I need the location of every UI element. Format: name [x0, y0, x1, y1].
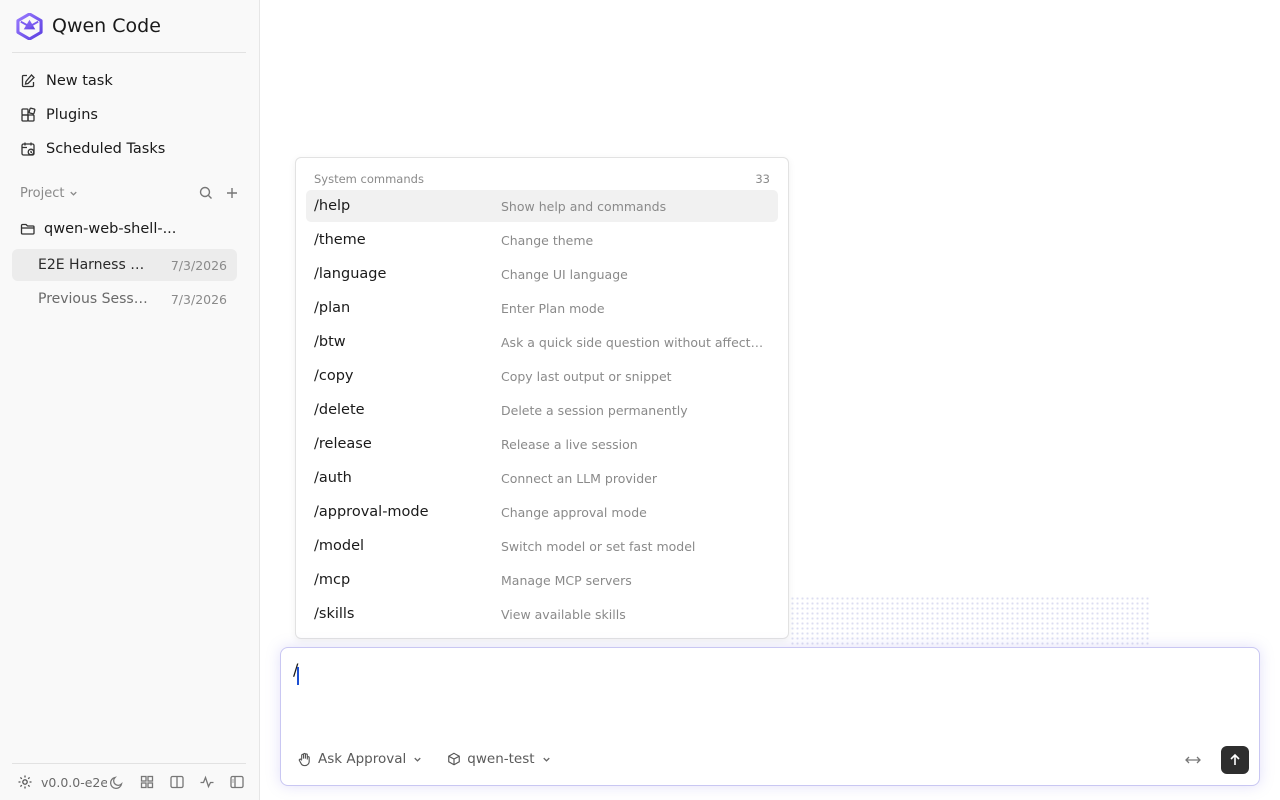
- command-item-plan[interactable]: /plan Enter Plan mode: [306, 292, 778, 324]
- command-description: Enter Plan mode: [501, 300, 605, 316]
- text-caret: [297, 667, 299, 685]
- command-description: Delete a session permanently: [501, 402, 688, 418]
- command-item-skills[interactable]: /skills View available skills: [306, 598, 778, 630]
- search-icon[interactable]: [198, 185, 214, 201]
- plugins-icon: [21, 107, 36, 122]
- dotted-decoration: [790, 596, 1150, 648]
- command-name: /help: [314, 198, 351, 214]
- command-name: /auth: [314, 470, 352, 486]
- command-item-release[interactable]: /release Release a live session: [306, 428, 778, 460]
- command-name: /approval-mode: [314, 504, 429, 520]
- project-section-label: Project: [20, 185, 65, 201]
- new-task-button[interactable]: New task: [12, 66, 247, 96]
- command-palette: System commands 33 /help Show help and co…: [295, 157, 789, 639]
- model-selector[interactable]: qwen-test: [447, 751, 551, 767]
- command-description: Release a live session: [501, 436, 638, 452]
- project-folder-name: qwen-web-shell-...: [44, 221, 177, 237]
- sidebar-toggle-icon[interactable]: [229, 774, 245, 790]
- command-name: /language: [314, 266, 387, 282]
- new-task-label: New task: [46, 73, 113, 89]
- version-label: v0.0.0-e2e: [41, 774, 107, 790]
- chevron-down-icon: [542, 757, 550, 762]
- command-description: Change theme: [501, 232, 594, 248]
- project-section-header: Project: [20, 182, 240, 204]
- session-item[interactable]: E2E Harness Session 7/3/2026: [12, 249, 237, 281]
- approval-mode-dropdown[interactable]: Ask Approval: [297, 751, 423, 767]
- sidebar-footer: v0.0.0-e2e: [17, 772, 247, 792]
- command-description: Manage MCP servers: [501, 572, 632, 588]
- command-item-model[interactable]: /model Switch model or set fast model: [306, 530, 778, 562]
- command-name: /plan: [314, 300, 351, 316]
- settings-gear-icon[interactable]: [17, 774, 33, 790]
- command-item-auth[interactable]: /auth Connect an LLM provider: [306, 462, 778, 494]
- command-name: /release: [314, 436, 372, 452]
- command-name: /theme: [314, 232, 366, 248]
- project-dropdown[interactable]: Project: [20, 186, 79, 201]
- plugins-label: Plugins: [46, 107, 98, 123]
- chevron-down-icon: [414, 757, 421, 762]
- session-item[interactable]: Previous Session 7/3/2026: [12, 283, 237, 315]
- hand-icon: [298, 752, 310, 766]
- activity-icon[interactable]: [199, 774, 215, 790]
- command-item-language[interactable]: /language Change UI language: [306, 258, 778, 290]
- arrow-up-icon: [1230, 753, 1240, 765]
- command-name: /btw: [314, 334, 346, 350]
- model-label: qwen-test: [467, 751, 535, 767]
- command-item-delete[interactable]: /delete Delete a session permanently: [306, 394, 778, 426]
- command-item-help[interactable]: /help Show help and commands: [306, 190, 778, 222]
- scheduled-tasks-button[interactable]: Scheduled Tasks: [12, 134, 247, 164]
- command-item-mcp[interactable]: /mcp Manage MCP servers: [306, 564, 778, 596]
- scheduled-tasks-label: Scheduled Tasks: [46, 141, 166, 157]
- prompt-input[interactable]: [293, 660, 1233, 720]
- command-description: Change UI language: [501, 266, 628, 282]
- expand-width-icon[interactable]: [1183, 750, 1203, 770]
- command-description: Connect an LLM provider: [501, 470, 657, 486]
- qwen-logo-icon: [16, 12, 43, 40]
- model-cube-icon: [448, 752, 461, 766]
- approval-mode-label: Ask Approval: [318, 751, 407, 767]
- brand-divider: [12, 52, 246, 53]
- composer: Ask Approval qwen-test: [280, 647, 1260, 786]
- command-palette-header: System commands 33: [314, 172, 770, 188]
- command-description: Switch model or set fast model: [501, 538, 696, 554]
- plugins-button[interactable]: Plugins: [12, 100, 247, 130]
- session-date: 7/3/2026: [170, 291, 227, 307]
- command-description: View available skills: [501, 606, 626, 622]
- command-name: /copy: [314, 368, 354, 384]
- chevron-down-icon: [70, 191, 78, 196]
- command-count: 33: [755, 172, 770, 186]
- command-group-label: System commands: [314, 172, 424, 186]
- session-title: E2E Harness Session: [38, 257, 148, 273]
- session-date: 7/3/2026: [170, 257, 227, 273]
- command-description: Ask a quick side question without affect…: [501, 334, 766, 350]
- command-item-btw[interactable]: /btw Ask a quick side question without af…: [306, 326, 778, 358]
- send-button[interactable]: [1221, 746, 1249, 774]
- session-title: Previous Session: [38, 291, 148, 307]
- moon-icon[interactable]: [109, 774, 125, 790]
- command-item-approval-mode[interactable]: /approval-mode Change approval mode: [306, 496, 778, 528]
- sidebar: Qwen Code New task Plugins Scheduled Tas…: [0, 0, 260, 800]
- scheduled-icon: [21, 142, 35, 156]
- command-description: Copy last output or snippet: [501, 368, 672, 384]
- footer-divider: [12, 763, 246, 764]
- grid-icon[interactable]: [139, 774, 155, 790]
- command-name: /mcp: [314, 572, 351, 588]
- app-title: Qwen Code: [52, 15, 161, 37]
- command-name: /model: [314, 538, 365, 554]
- add-project-icon[interactable]: [224, 185, 240, 201]
- split-view-icon[interactable]: [169, 774, 185, 790]
- command-name: /delete: [314, 402, 365, 418]
- command-item-theme[interactable]: /theme Change theme: [306, 224, 778, 256]
- folder-icon: [20, 223, 35, 235]
- brand[interactable]: Qwen Code: [16, 12, 161, 40]
- command-name: /skills: [314, 606, 355, 622]
- command-description: Show help and commands: [501, 198, 667, 214]
- project-folder[interactable]: qwen-web-shell-...: [12, 215, 247, 243]
- command-item-copy[interactable]: /copy Copy last output or snippet: [306, 360, 778, 392]
- edit-icon: [21, 74, 35, 88]
- command-description: Change approval mode: [501, 504, 647, 520]
